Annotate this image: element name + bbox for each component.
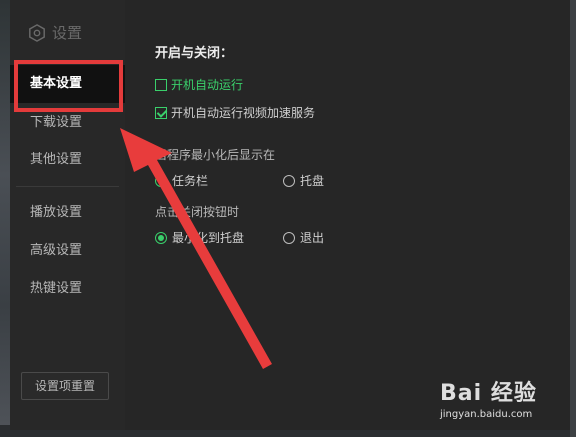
background-strip <box>0 0 10 437</box>
watermark-url: jingyan.baidu.com <box>440 409 533 420</box>
close-group-label: 点击关闭按钮时 <box>155 205 240 219</box>
radio-tray-label: 托盘 <box>300 174 325 188</box>
sidebar-brand-label: 设置 <box>52 24 83 42</box>
autostart-accel-checkbox[interactable] <box>155 106 167 119</box>
radio-taskbar-row[interactable]: 任务栏 <box>155 172 208 189</box>
red-highlight-box <box>14 60 123 112</box>
settings-window: 设置 基本设置 下载设置 其他设置 播放设置 高级设置 热键设置 设置项重置 ✕… <box>10 0 570 430</box>
radio-taskbar-label: 任务栏 <box>172 174 209 188</box>
settings-hex-icon <box>29 23 45 42</box>
sidebar-item-playback[interactable]: 播放设置 <box>10 194 125 232</box>
sidebar-item-other[interactable]: 其他设置 <box>10 141 125 179</box>
radio-exit-label: 退出 <box>300 231 325 245</box>
reset-settings-button[interactable]: 设置项重置 <box>21 372 109 400</box>
autostart-checkbox-row[interactable]: 开机自动运行 <box>155 76 243 93</box>
minimize-group-label: 当程序最小化后显示在 <box>155 148 276 162</box>
baidu-watermark: Bai 经验 jingyan.baidu.com <box>440 375 570 430</box>
radio-exit[interactable] <box>283 231 295 244</box>
radio-taskbar[interactable] <box>155 174 167 187</box>
sidebar-item-advanced[interactable]: 高级设置 <box>10 232 125 270</box>
radio-minimize-tray-row[interactable]: 最小化到托盘 <box>155 229 244 246</box>
autostart-accel-label: 开机自动运行视频加速服务 <box>171 106 316 120</box>
background-right <box>570 0 576 437</box>
radio-minimize-tray[interactable] <box>155 231 167 244</box>
watermark-logo: Bai 经验 <box>440 381 537 406</box>
radio-exit-row[interactable]: 退出 <box>283 229 324 246</box>
radio-tray[interactable] <box>283 174 295 187</box>
radio-minimize-tray-label: 最小化到托盘 <box>172 231 245 245</box>
autostart-accel-checkbox-row[interactable]: 开机自动运行视频加速服务 <box>155 104 315 121</box>
sidebar-divider <box>16 186 119 187</box>
autostart-label: 开机自动运行 <box>171 78 244 92</box>
settings-content: 开启与关闭： 开机自动运行 开机自动运行视频加速服务 当程序最小化后显示在 任务… <box>125 0 570 430</box>
sidebar-item-hotkey[interactable]: 热键设置 <box>10 270 125 308</box>
autostart-checkbox[interactable] <box>155 78 167 91</box>
radio-tray-row[interactable]: 托盘 <box>283 172 324 189</box>
section-title: 开启与关闭： <box>155 46 234 61</box>
sidebar-brand: 设置 <box>28 22 82 43</box>
